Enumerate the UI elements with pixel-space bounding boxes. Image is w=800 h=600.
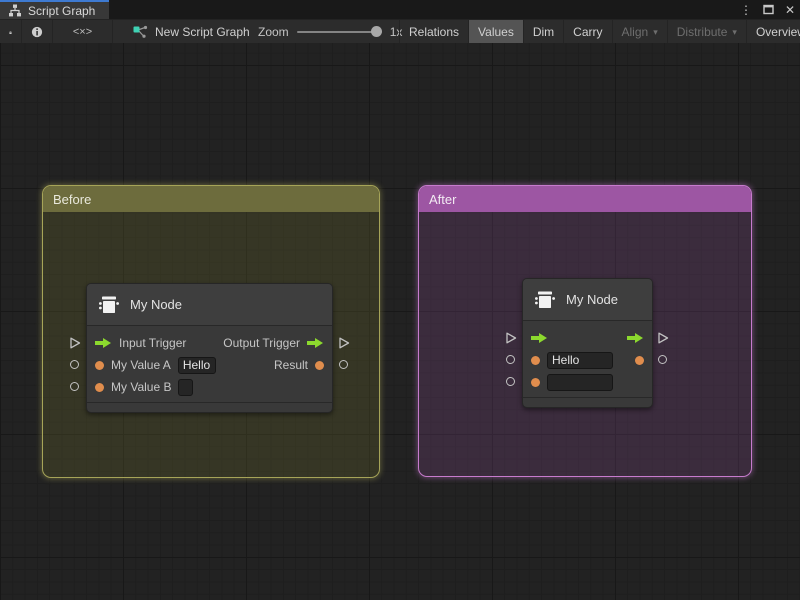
node-after-body <box>523 321 652 393</box>
new-graph-label: New Script Graph <box>155 25 250 39</box>
carry-label: Carry <box>573 25 602 39</box>
external-flow-output-port[interactable] <box>338 337 350 349</box>
output-trigger-label: Output Trigger <box>223 336 300 350</box>
node-after[interactable]: My Node <box>522 278 653 408</box>
external-value-b-port[interactable] <box>70 382 79 391</box>
close-icon[interactable]: ✕ <box>782 2 798 18</box>
output-trigger-port-icon[interactable] <box>307 337 324 349</box>
align-dropdown[interactable]: Align ▾ <box>613 20 668 44</box>
external-flow-input-port[interactable] <box>69 337 81 349</box>
distribute-dropdown[interactable]: Distribute ▾ <box>668 20 747 44</box>
result-port-icon[interactable] <box>315 361 324 370</box>
overview-button[interactable]: Overview <box>747 20 800 44</box>
tab-title: Script Graph <box>28 4 95 18</box>
node-before[interactable]: My Node Input Trigger Output Trigger <box>86 283 333 413</box>
value-a-port-icon[interactable] <box>95 361 104 370</box>
external-flow-input-port[interactable] <box>505 332 517 344</box>
zoom-label: Zoom <box>258 25 289 39</box>
kebab-menu-icon[interactable]: ⋮ <box>738 2 754 18</box>
group-after-header[interactable]: After <box>419 186 751 212</box>
result-label: Result <box>274 358 308 372</box>
toolbar-right-buttons: Relations Values Dim Carry Align ▾ Distr… <box>399 20 800 44</box>
port-row-value-a: My Value A Result <box>87 354 332 376</box>
new-script-graph-button[interactable]: New Script Graph <box>125 20 258 44</box>
value-b-input[interactable] <box>178 379 193 396</box>
tab-bar: Script Graph ⋮ ✕ <box>0 0 800 19</box>
input-trigger-port-icon[interactable] <box>531 332 548 344</box>
group-before-header[interactable]: Before <box>43 186 379 212</box>
external-value-b-port[interactable] <box>506 377 515 386</box>
script-graph-window: Script Graph ⋮ ✕ <box>0 0 800 600</box>
zoom-control: Zoom 1x <box>258 20 402 44</box>
chevron-down-icon: ▾ <box>653 27 658 38</box>
external-value-a-port[interactable] <box>506 355 515 364</box>
triangle-port-icon <box>505 332 517 344</box>
result-port-icon[interactable] <box>635 356 644 365</box>
node-before-body: Input Trigger Output Trigger My Value A <box>87 326 332 398</box>
output-trigger-port-icon[interactable] <box>627 332 644 344</box>
dim-label: Dim <box>533 25 554 39</box>
node-before-header[interactable]: My Node <box>87 284 332 326</box>
input-trigger-label: Input Trigger <box>119 336 186 350</box>
external-value-a-port[interactable] <box>70 360 79 369</box>
external-result-port[interactable] <box>339 360 348 369</box>
dim-button[interactable]: Dim <box>524 20 564 44</box>
group-before-title: Before <box>53 192 91 207</box>
node-title: My Node <box>566 292 618 307</box>
code-icon: <×> <box>73 26 92 38</box>
value-b-port-icon[interactable] <box>531 378 540 387</box>
info-button[interactable] <box>22 20 53 44</box>
value-a-input[interactable] <box>178 357 216 374</box>
align-label: Align <box>622 25 649 39</box>
triangle-port-icon <box>657 332 669 344</box>
overview-label: Overview <box>756 25 800 39</box>
port-row-triggers <box>523 327 652 349</box>
values-label: Values <box>478 25 514 39</box>
port-row-value-b <box>523 371 652 393</box>
info-icon <box>31 25 43 39</box>
node-before-footer <box>87 402 332 412</box>
relations-label: Relations <box>409 25 459 39</box>
input-trigger-port-icon[interactable] <box>95 337 112 349</box>
carry-button[interactable]: Carry <box>564 20 612 44</box>
group-after-title: After <box>429 192 456 207</box>
value-b-input[interactable] <box>547 374 613 391</box>
new-graph-icon <box>133 25 148 39</box>
node-title: My Node <box>130 297 182 312</box>
port-row-value-b: My Value B <box>87 376 332 398</box>
node-after-header[interactable]: My Node <box>523 279 652 321</box>
triangle-port-icon <box>69 337 81 349</box>
unit-node-icon <box>98 294 120 316</box>
external-flow-output-port[interactable] <box>657 332 669 344</box>
zoom-slider-thumb[interactable] <box>371 26 382 37</box>
external-result-port[interactable] <box>658 355 667 364</box>
relations-button[interactable]: Relations <box>400 20 469 44</box>
lock-button[interactable] <box>0 20 22 44</box>
value-a-input[interactable] <box>547 352 613 369</box>
port-row-value-a <box>523 349 652 371</box>
window-controls: ⋮ ✕ <box>738 0 798 19</box>
value-a-port-icon[interactable] <box>531 356 540 365</box>
tab-script-graph[interactable]: Script Graph <box>0 0 109 19</box>
values-button[interactable]: Values <box>469 20 524 44</box>
node-after-footer <box>523 397 652 407</box>
value-b-label: My Value B <box>111 380 171 394</box>
port-row-triggers: Input Trigger Output Trigger <box>87 332 332 354</box>
code-view-button[interactable]: <×> <box>53 20 113 44</box>
zoom-slider-track <box>297 31 382 33</box>
graph-canvas[interactable]: Before After My Node <box>0 43 800 600</box>
value-b-port-icon[interactable] <box>95 383 104 392</box>
distribute-label: Distribute <box>677 25 728 39</box>
value-a-label: My Value A <box>111 358 171 372</box>
maximize-icon[interactable] <box>760 2 776 18</box>
toolbar-left-icons: <×> <box>0 20 113 44</box>
lock-icon <box>9 26 12 39</box>
chevron-down-icon: ▾ <box>732 27 737 38</box>
unit-node-icon <box>534 289 556 311</box>
graph-toolbar: <×> New Script Graph Zoom 1x Relations <box>0 19 800 43</box>
zoom-slider[interactable] <box>297 20 382 44</box>
triangle-port-icon <box>338 337 350 349</box>
graph-hierarchy-icon <box>8 4 22 17</box>
